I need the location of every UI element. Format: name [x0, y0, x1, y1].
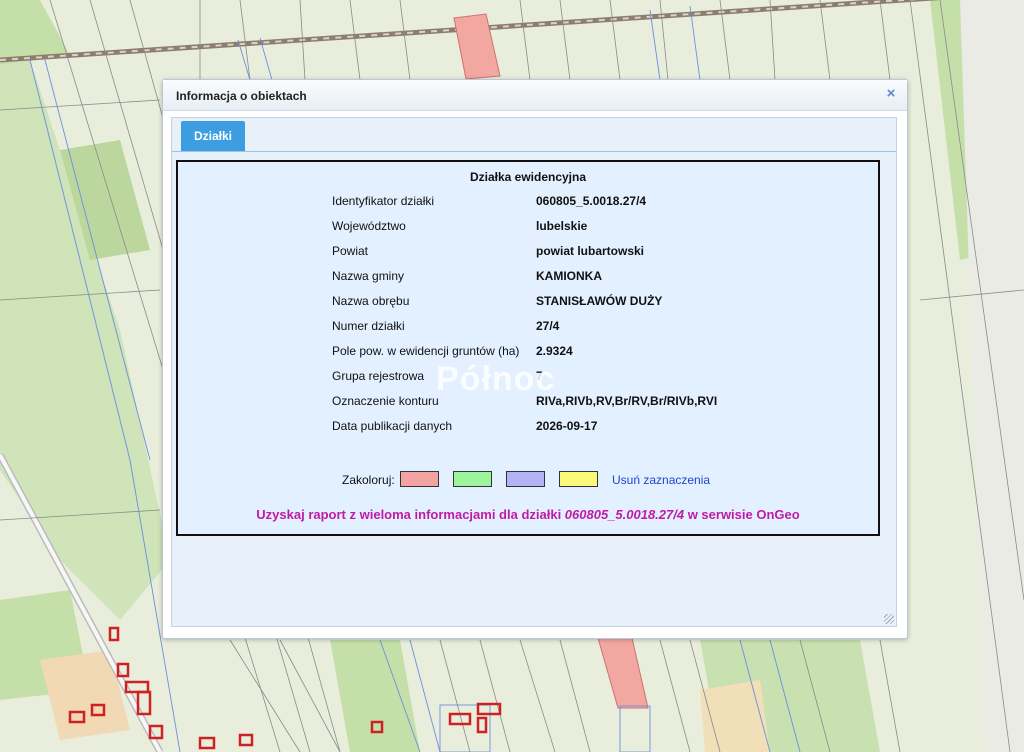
report-parcel-id: 060805_5.0018.27/4 — [564, 507, 685, 522]
info-value: 2026-09-17 — [536, 419, 598, 433]
dialog-body: Działki Działka ewidencyjna Identyfikato… — [171, 117, 897, 627]
info-value: 2.9324 — [536, 344, 573, 358]
info-value: 27/4 — [536, 319, 560, 333]
info-value: powiat lubartowski — [536, 244, 645, 258]
info-label: Identyfikator działki — [332, 194, 435, 208]
info-label: Województwo — [332, 219, 406, 233]
info-value: STANISŁAWÓW DUŻY — [536, 294, 663, 308]
resize-handle[interactable] — [884, 614, 894, 624]
report-prefix: Uzyskaj raport z wieloma informacjami dl… — [256, 507, 565, 522]
info-label: Grupa rejestrowa — [332, 369, 425, 383]
info-value: 7 — [536, 369, 543, 383]
info-value: lubelskie — [536, 219, 588, 233]
dialog-title: Informacja o obiektach — [176, 89, 307, 103]
close-icon[interactable]: × — [883, 86, 899, 102]
info-label: Pole pow. w ewidencji gruntów (ha) — [332, 344, 520, 358]
info-value: RIVa,RIVb,RV,Br/RV,Br/RIVb,RVI — [536, 394, 718, 408]
info-value: KAMIONKA — [536, 269, 602, 283]
report-link[interactable]: Uzyskaj raport z wieloma informacjami dl… — [178, 507, 878, 522]
info-value: 060805_5.0018.27/4 — [536, 194, 647, 208]
tab-bar: Działki — [172, 118, 896, 152]
info-label: Powiat — [332, 244, 369, 258]
tab-dzialki[interactable]: Działki — [181, 121, 246, 151]
swatch-yellow-button[interactable] — [559, 471, 598, 487]
info-label: Nazwa obrębu — [332, 294, 410, 308]
swatch-blue-button[interactable] — [506, 471, 545, 487]
swatch-green-button[interactable] — [453, 471, 492, 487]
parcel-info-panel: Działka ewidencyjna Identyfikator działk… — [176, 160, 880, 536]
info-label: Oznaczenie konturu — [332, 394, 439, 408]
object-info-dialog: Informacja o obiektach × Działki Działka… — [162, 79, 908, 639]
info-label: Data publikacji danych — [332, 419, 453, 433]
panel-title: Działka ewidencyjna — [469, 170, 587, 184]
colorize-label: Zakoloruj: — [342, 473, 395, 487]
swatch-red-button[interactable] — [400, 471, 439, 487]
report-suffix: w serwisie OnGeo — [684, 507, 800, 522]
info-label: Nazwa gminy — [332, 269, 405, 283]
info-label: Numer działki — [332, 319, 405, 333]
clear-selection-link[interactable]: Usuń zaznaczenia — [612, 473, 710, 487]
dialog-header[interactable]: Informacja o obiektach × — [163, 80, 907, 111]
